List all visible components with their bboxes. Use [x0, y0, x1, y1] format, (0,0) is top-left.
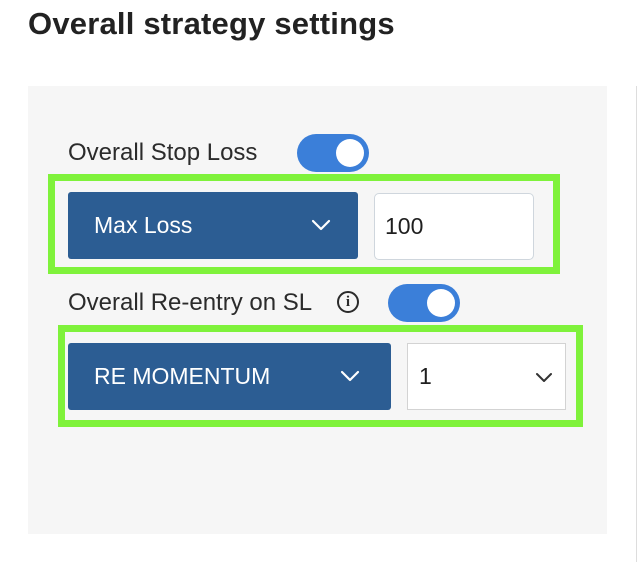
chevron-down-icon — [311, 219, 331, 231]
stop-loss-amount-input[interactable] — [374, 193, 534, 260]
chevron-down-icon — [536, 373, 552, 382]
stop-loss-toggle[interactable] — [297, 134, 369, 172]
reentry-count-value: 1 — [419, 363, 432, 389]
stop-loss-type-value: Max Loss — [94, 212, 193, 238]
section-title: Overall strategy settings — [28, 6, 395, 41]
reentry-toggle[interactable] — [388, 284, 460, 322]
divider — [636, 86, 637, 562]
strategy-settings-page: Overall strategy settings Overall Stop L… — [0, 0, 640, 562]
reentry-type-value: RE MOMENTUM — [94, 363, 271, 389]
reentry-count-select[interactable]: 1 — [407, 343, 566, 410]
stop-loss-label: Overall Stop Loss — [68, 139, 258, 166]
info-icon[interactable]: i — [337, 291, 359, 313]
toggle-knob — [427, 289, 455, 317]
reentry-label: Overall Re-entry on SL — [68, 289, 313, 316]
chevron-down-icon — [340, 370, 360, 382]
reentry-type-dropdown[interactable]: RE MOMENTUM — [68, 343, 391, 410]
stop-loss-type-dropdown[interactable]: Max Loss — [68, 192, 358, 259]
toggle-knob — [336, 139, 364, 167]
